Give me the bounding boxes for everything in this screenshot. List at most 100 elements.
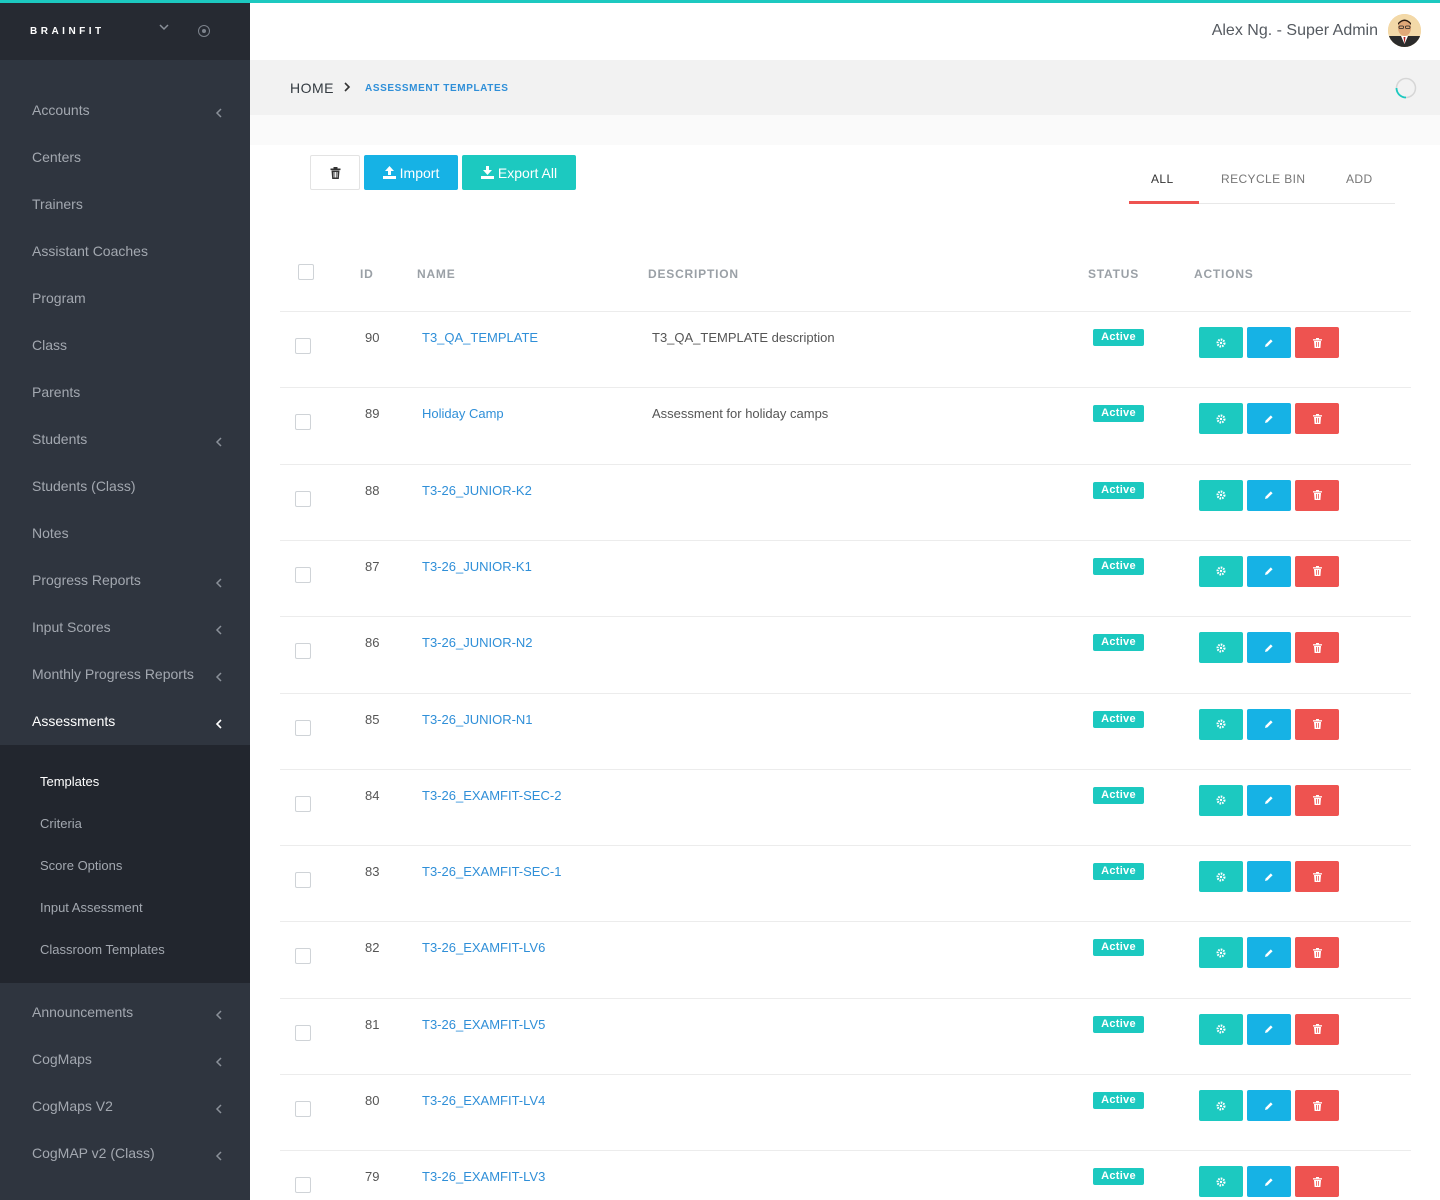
sidebar-item-students-class[interactable]: Students (Class) (0, 463, 250, 510)
edit-button[interactable] (1247, 327, 1291, 358)
row-checkbox[interactable] (295, 872, 311, 889)
sidebar-item-progress-reports[interactable]: Progress Reports (0, 557, 250, 604)
row-checkbox[interactable] (295, 338, 311, 354)
row-checkbox[interactable] (295, 948, 311, 965)
user-name[interactable]: Alex Ng. - Super Admin (1212, 22, 1378, 40)
target-icon[interactable] (198, 25, 210, 37)
delete-button[interactable] (1295, 632, 1339, 664)
view-button[interactable] (1199, 861, 1243, 893)
delete-button[interactable] (1295, 937, 1339, 969)
submenu-item-classroom-templates[interactable]: Classroom Templates (0, 927, 250, 969)
row-name-link[interactable]: T3-26_EXAMFIT-SEC-2 (422, 788, 561, 803)
sidebar-item-cogmaps[interactable]: CogMaps (0, 1036, 250, 1083)
view-button[interactable] (1199, 1166, 1243, 1198)
edit-button[interactable] (1247, 1013, 1291, 1045)
delete-button[interactable] (1295, 1013, 1339, 1045)
select-all-checkbox[interactable] (298, 264, 314, 280)
submenu-item-templates[interactable]: Templates (0, 759, 250, 801)
row-checkbox[interactable] (295, 566, 311, 583)
row-name-link[interactable]: T3-26_JUNIOR-K2 (422, 483, 532, 498)
sidebar-item-accounts[interactable]: Accounts (0, 87, 250, 134)
column-header-description[interactable]: DESCRIPTION (648, 267, 739, 281)
row-name-link[interactable]: T3-26_JUNIOR-N1 (422, 712, 533, 727)
edit-button[interactable] (1247, 708, 1291, 740)
view-button[interactable] (1199, 1013, 1243, 1045)
row-name-link[interactable]: T3_QA_TEMPLATE (422, 330, 538, 345)
row-name-link[interactable]: T3-26_JUNIOR-N2 (422, 635, 533, 650)
delete-button[interactable] (1295, 708, 1339, 740)
sidebar-item-cogmaps-v2[interactable]: CogMaps V2 (0, 1083, 250, 1130)
edit-button[interactable] (1247, 555, 1291, 587)
delete-button[interactable] (1295, 555, 1339, 587)
export-all-button[interactable]: Export All (462, 155, 576, 190)
row-name-link[interactable]: T3-26_EXAMFIT-LV3 (422, 1169, 545, 1184)
sidebar-item-announcements[interactable]: Announcements (0, 989, 250, 1036)
view-button[interactable] (1199, 1090, 1243, 1121)
delete-button[interactable] (1295, 1166, 1339, 1198)
row-name-link[interactable]: T3-26_EXAMFIT-LV5 (422, 1017, 545, 1032)
delete-button[interactable] (1295, 403, 1339, 435)
sidebar-item-trainers[interactable]: Trainers (0, 181, 250, 228)
edit-button[interactable] (1247, 861, 1291, 893)
sidebar-item-notes[interactable]: Notes (0, 510, 250, 557)
delete-button[interactable] (1295, 479, 1339, 511)
tab-all[interactable]: ALL (1151, 172, 1174, 186)
edit-button[interactable] (1247, 403, 1291, 435)
sidebar-item-students[interactable]: Students (0, 416, 250, 463)
sidebar-item-cogmap-v2-class[interactable]: CogMAP v2 (Class) (0, 1130, 250, 1177)
sidebar-item-class[interactable]: Class (0, 322, 250, 369)
row-name-link[interactable]: T3-26_EXAMFIT-SEC-1 (422, 864, 561, 879)
delete-button[interactable] (1295, 327, 1339, 358)
view-button[interactable] (1199, 403, 1243, 435)
submenu-item-score-options[interactable]: Score Options (0, 843, 250, 885)
edit-button[interactable] (1247, 1166, 1291, 1198)
delete-button[interactable] (1295, 784, 1339, 816)
view-button[interactable] (1199, 327, 1243, 358)
row-checkbox[interactable] (295, 795, 311, 812)
breadcrumb-home[interactable]: HOME (290, 80, 334, 96)
sidebar-item-centers[interactable]: Centers (0, 134, 250, 181)
tab-add[interactable]: ADD (1346, 172, 1373, 186)
view-button[interactable] (1199, 479, 1243, 511)
view-button[interactable] (1199, 555, 1243, 587)
avatar[interactable] (1388, 14, 1421, 47)
column-header-status[interactable]: STATUS (1088, 267, 1139, 281)
sidebar-item-input-scores[interactable]: Input Scores (0, 604, 250, 651)
sidebar-item-parents[interactable]: Parents (0, 369, 250, 416)
edit-button[interactable] (1247, 632, 1291, 664)
row-name-link[interactable]: Holiday Camp (422, 406, 504, 421)
sidebar-item-monthly-progress-reports[interactable]: Monthly Progress Reports (0, 651, 250, 698)
edit-button[interactable] (1247, 784, 1291, 816)
sidebar-item-assessments[interactable]: Assessments (0, 698, 250, 745)
import-button[interactable]: Import (364, 155, 458, 190)
submenu-item-input-assessment[interactable]: Input Assessment (0, 885, 250, 927)
brand-logo[interactable]: BRAINFIT (30, 26, 105, 37)
row-name-link[interactable]: T3-26_JUNIOR-K1 (422, 559, 532, 574)
row-checkbox[interactable] (295, 1101, 311, 1117)
row-checkbox[interactable] (295, 719, 311, 736)
view-button[interactable] (1199, 708, 1243, 740)
edit-button[interactable] (1247, 937, 1291, 969)
row-name-link[interactable]: T3-26_EXAMFIT-LV4 (422, 1093, 545, 1108)
column-header-name[interactable]: NAME (417, 267, 456, 281)
sidebar-item-program[interactable]: Program (0, 275, 250, 322)
view-button[interactable] (1199, 632, 1243, 664)
edit-button[interactable] (1247, 1090, 1291, 1121)
row-checkbox[interactable] (295, 490, 311, 507)
row-checkbox[interactable] (295, 414, 311, 431)
tab-recycle-bin[interactable]: RECYCLE BIN (1221, 172, 1305, 186)
column-header-id[interactable]: ID (360, 267, 374, 281)
row-checkbox[interactable] (295, 1177, 311, 1194)
sidebar-item-assistant-coaches[interactable]: Assistant Coaches (0, 228, 250, 275)
delete-button[interactable] (1295, 861, 1339, 893)
view-button[interactable] (1199, 784, 1243, 816)
chevron-down-icon[interactable] (157, 20, 171, 34)
delete-button[interactable] (1295, 1090, 1339, 1121)
bulk-delete-button[interactable] (310, 155, 360, 190)
submenu-item-criteria[interactable]: Criteria (0, 801, 250, 843)
row-checkbox[interactable] (295, 643, 311, 660)
edit-button[interactable] (1247, 479, 1291, 511)
row-checkbox[interactable] (295, 1024, 311, 1041)
view-button[interactable] (1199, 937, 1243, 969)
row-name-link[interactable]: T3-26_EXAMFIT-LV6 (422, 940, 545, 955)
